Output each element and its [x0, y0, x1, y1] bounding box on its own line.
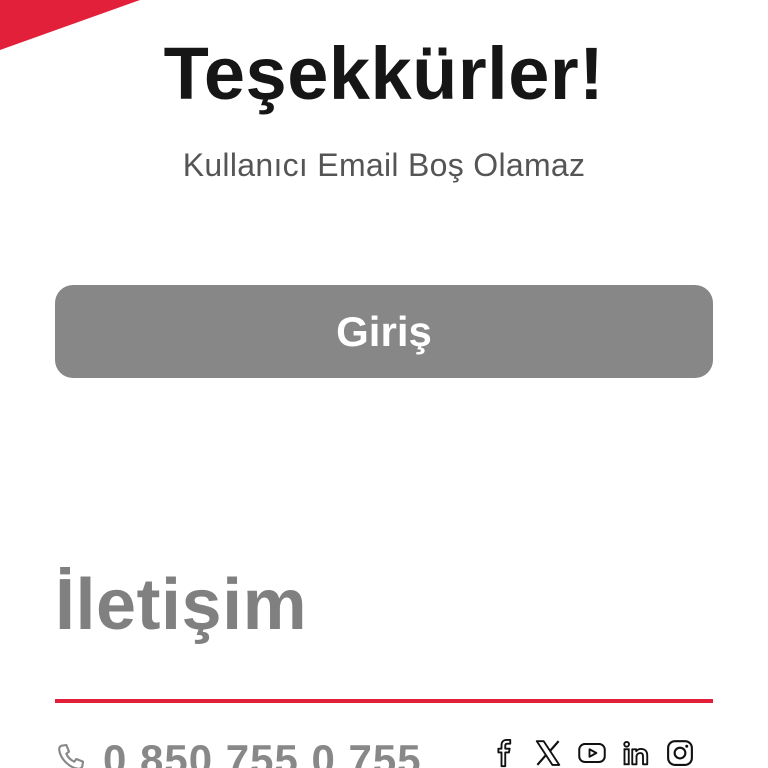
contact-divider [55, 699, 713, 703]
youtube-icon [578, 743, 606, 763]
facebook-icon [497, 738, 512, 768]
phone-number[interactable]: 0 850 755 0 755 [103, 735, 422, 768]
login-button-label: Giriş [336, 307, 432, 355]
contact-heading: İletişim [55, 565, 308, 645]
x-icon [535, 740, 561, 766]
login-button[interactable]: Giriş [55, 285, 713, 378]
phone-contact[interactable]: 0 850 755 0 755 [55, 735, 422, 768]
x-link[interactable] [532, 735, 564, 768]
youtube-link[interactable] [576, 735, 608, 768]
status-message: Kullanıcı Email Boş Olamaz [182, 147, 586, 183]
instagram-link[interactable] [664, 735, 696, 768]
social-links [488, 735, 696, 768]
instagram-icon [667, 740, 693, 766]
page: Teşekkürler! Kullanıcı Email Boş Olamaz … [0, 0, 768, 768]
linkedin-link[interactable] [620, 735, 652, 768]
page-title: Teşekkürler! [163, 32, 605, 115]
linkedin-icon [623, 740, 649, 766]
phone-icon [58, 743, 85, 768]
facebook-link[interactable] [488, 735, 520, 768]
